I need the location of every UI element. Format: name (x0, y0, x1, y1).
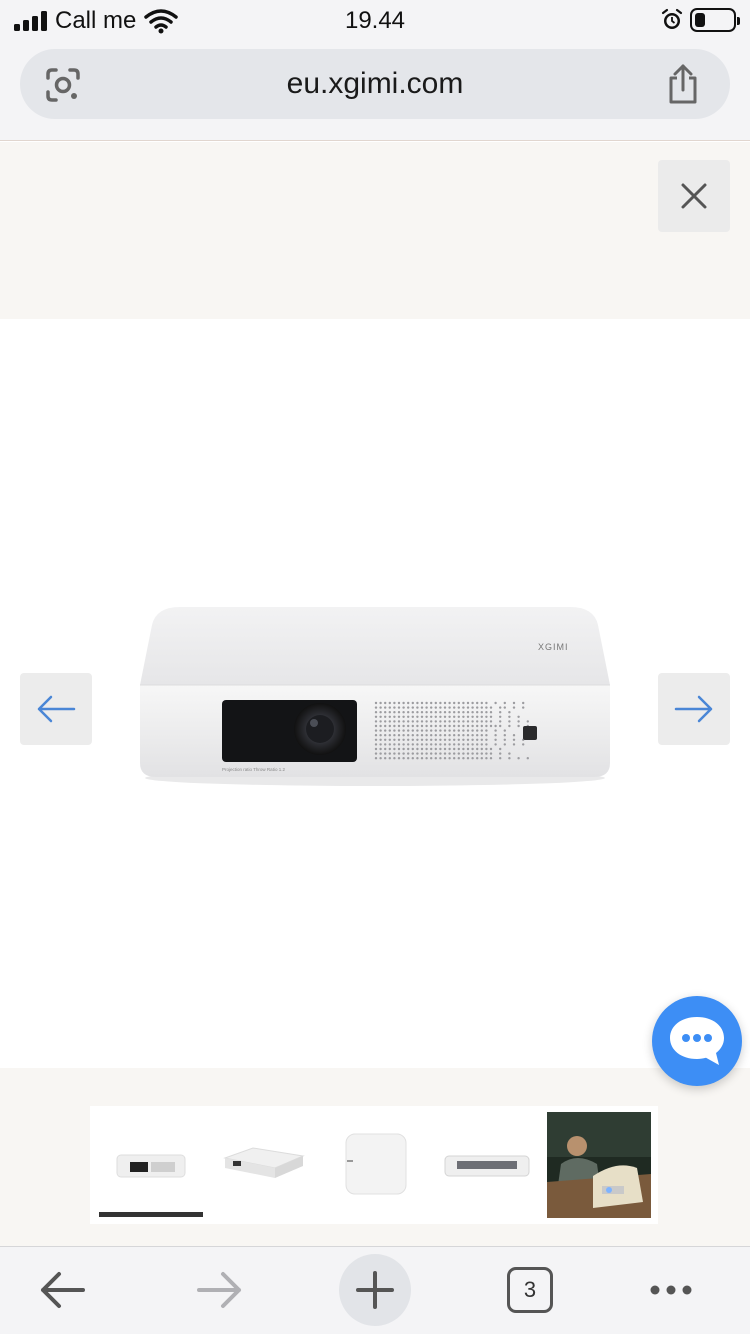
product-image: XGIMI Projection ratio Throw Ratio 1.2 (140, 607, 610, 786)
previous-image-button[interactable] (20, 673, 92, 745)
forward-arrow-icon (197, 1272, 241, 1308)
thumbnail-lifestyle-photo[interactable] (547, 1112, 651, 1218)
alarm-icon (661, 8, 683, 29)
browser-toolbar: eu.xgimi.com (0, 44, 750, 141)
battery-icon (690, 8, 740, 32)
arrow-right-icon (674, 695, 713, 723)
back-arrow-icon (41, 1272, 85, 1308)
chat-bubble-icon (670, 1017, 724, 1065)
more-menu-button[interactable] (635, 1254, 707, 1326)
page: Call me 19.44 eu.xgimi.com XGIMI Project… (0, 0, 750, 1334)
plus-icon (356, 1271, 394, 1309)
status-bar: Call me 19.44 (0, 0, 750, 44)
new-tab-button[interactable] (339, 1254, 411, 1326)
close-button[interactable] (658, 160, 730, 232)
thumbnail-projector-side[interactable] (437, 1112, 537, 1218)
share-icon[interactable] (665, 63, 701, 105)
tab-count: 3 (507, 1267, 553, 1313)
next-image-button[interactable] (658, 673, 730, 745)
lightbox-header (0, 142, 750, 319)
more-dots-icon (650, 1285, 692, 1295)
chat-button[interactable] (652, 996, 742, 1086)
back-button[interactable] (27, 1254, 99, 1326)
arrow-left-icon (37, 695, 76, 723)
tab-switcher-button[interactable]: 3 (494, 1254, 566, 1326)
brand-mark: XGIMI (538, 642, 569, 652)
address-bar[interactable]: eu.xgimi.com (20, 49, 730, 119)
thumbnail-projector-top[interactable] (323, 1112, 427, 1218)
url-text[interactable]: eu.xgimi.com (20, 67, 730, 101)
active-thumbnail-indicator (99, 1212, 203, 1217)
lens-caption: Projection ratio Throw Ratio 1.2 (222, 767, 285, 772)
close-icon (681, 183, 707, 209)
thumbnail-projector-angled[interactable] (213, 1112, 313, 1218)
thumbnail-projector-front[interactable] (99, 1112, 203, 1218)
forward-button[interactable] (183, 1254, 255, 1326)
status-time: 19.44 (344, 7, 406, 34)
